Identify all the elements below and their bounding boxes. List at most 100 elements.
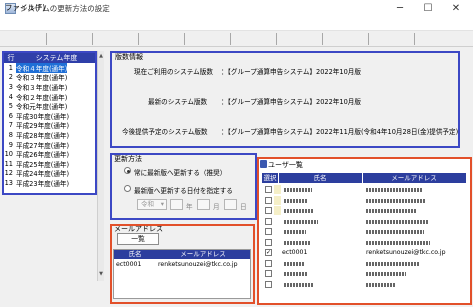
era-value: 令和 [141, 200, 154, 208]
year-list-item[interactable]: 10 平成26年度(通年) [4, 149, 95, 159]
radio-always-update-label[interactable]: 常に最新版へ更新する（推奨） [134, 167, 226, 177]
obscured-email [366, 198, 426, 203]
day-input[interactable] [224, 199, 237, 210]
year-list-item[interactable]: 3 令和３年度(通年) [4, 82, 95, 92]
user-row-checkbox[interactable] [265, 238, 272, 246]
user-row-checkbox[interactable] [265, 280, 272, 288]
year-list-item-num: 6 [8, 111, 13, 120]
radio-date-update[interactable] [124, 185, 131, 192]
obscured-name [284, 188, 312, 192]
user-row[interactable] [262, 259, 466, 269]
year-list-item-num: 5 [8, 102, 13, 111]
user-row[interactable] [262, 195, 466, 206]
day-unit: 日 [240, 203, 247, 211]
year-list-item-name: 令和３年度(通年) [16, 83, 68, 92]
obscured-name [284, 272, 308, 276]
obscured-email [366, 209, 416, 213]
current-version-label: 現在ご利用のシステム版数 [134, 68, 213, 76]
user-row[interactable]: ✓ ect0001 renketsunouzei@tkc.co.jp [262, 248, 466, 258]
year-list-item-num: 4 [8, 92, 13, 101]
scrollbar[interactable]: ▲ ▼ [97, 51, 104, 281]
year-list[interactable]: 行 システム年度 1 令和４年度(通年) 2 令和３年度(通年) 3 令和３年度(通年) 4… [2, 51, 97, 195]
row-marker [274, 185, 281, 194]
obscured-name [284, 240, 310, 245]
year-list-item[interactable]: 11 平成25年度(通年) [4, 159, 95, 169]
year-list-item[interactable]: 2 令和３年度(通年) [4, 73, 95, 83]
year-list-item-name: 平成26年度(通年) [16, 151, 70, 160]
user-row-checkbox[interactable] [265, 217, 272, 225]
year-list-item-name: 令和３年度(通年) [16, 74, 68, 83]
user-row-checkbox[interactable] [265, 270, 272, 277]
obscured-name [284, 219, 318, 224]
toolbar-separator [46, 33, 47, 45]
year-list-item-name: 令和４年度(通年) [16, 62, 68, 73]
year-list-item[interactable]: 6 平成30年度(通年) [4, 111, 95, 121]
user-row-checkbox[interactable] [265, 228, 272, 235]
mail-list-button[interactable]: 一覧 [117, 233, 159, 245]
year-list-item-name: 平成24年度(通年) [16, 170, 70, 179]
user-row-email: renketsunouzei@tkc.co.jp [366, 249, 446, 256]
year-list-item[interactable]: 7 平成29年度(通年) [4, 121, 95, 130]
year-list-item[interactable]: 1 令和４年度(通年) [4, 62, 95, 73]
user-row[interactable] [262, 185, 466, 195]
user-dialog-icon [260, 160, 267, 168]
user-row[interactable] [262, 238, 466, 248]
user-row-checkbox[interactable] [265, 186, 272, 193]
future-version-value: ：【グループ通算申告システム】2022年11月版(令和4年10月28日(金)提供… [221, 128, 459, 136]
year-list-item[interactable]: 12 平成24年度(通年) [4, 169, 95, 179]
year-input[interactable] [170, 199, 183, 210]
close-button[interactable]: ✕ [442, 0, 470, 17]
scroll-up-icon[interactable]: ▲ [98, 53, 104, 61]
user-row-name: ect0001 [282, 249, 308, 256]
user-row[interactable] [262, 269, 466, 279]
toolbar-separator [322, 33, 323, 45]
radio-always-update[interactable] [124, 167, 131, 174]
future-version-label: 今後提供予定のシステム版数 [122, 128, 208, 136]
menu-bar [0, 17, 473, 31]
row-marker [274, 195, 281, 205]
user-row[interactable] [262, 227, 466, 237]
user-row-checkbox[interactable]: ✓ [265, 249, 272, 256]
year-list-item-num: 11 [4, 159, 13, 168]
menu-file[interactable]: ファイル(F) [5, 2, 45, 13]
user-row[interactable] [262, 217, 466, 227]
year-list-item-num: 2 [8, 73, 13, 82]
year-list-item-name: 平成25年度(通年) [16, 160, 70, 169]
user-row[interactable] [262, 280, 466, 290]
obscured-email [366, 261, 420, 266]
user-row[interactable] [262, 206, 466, 216]
year-list-item-name: 令和元年度(通年) [16, 103, 68, 112]
user-row-checkbox[interactable] [265, 207, 272, 214]
user-row-checkbox[interactable] [265, 259, 272, 267]
user-col-name: 氏名 [278, 173, 363, 183]
year-list-item-name: 平成28年度(通年) [16, 131, 70, 140]
maximize-button[interactable]: ☐ [414, 0, 442, 17]
minimize-button[interactable]: ─ [386, 0, 414, 17]
mail-grid: 氏名 メールアドレス ect0001 renketsunouzei@tkc.co… [113, 249, 251, 299]
year-list-item[interactable]: 4 令和２年度(通年) [4, 92, 95, 102]
year-list-item-num: 3 [8, 82, 13, 91]
obscured-email [366, 282, 396, 287]
obscured-name [284, 230, 306, 234]
year-list-item-num: 9 [8, 140, 13, 149]
toolbar-separator [138, 33, 139, 45]
era-select[interactable]: 令和 ▾ [137, 199, 167, 210]
toolbar [0, 31, 473, 47]
year-list-item[interactable]: 13 平成23年度(通年) [4, 178, 95, 188]
year-list-item[interactable]: 5 令和元年度(通年) [4, 101, 95, 111]
year-list-item[interactable]: 9 平成27年度(通年) [4, 140, 95, 150]
toolbar-separator [184, 33, 185, 45]
version-panel-title: 版数情報 [115, 53, 143, 61]
scroll-down-icon[interactable]: ▼ [98, 271, 104, 279]
year-list-item[interactable]: 8 平成28年度(通年) [4, 130, 95, 140]
chevron-down-icon: ▾ [160, 200, 164, 208]
mail-col-name: 氏名 [114, 250, 157, 259]
radio-date-update-label[interactable]: 最新版へ更新する日付を指定する [134, 185, 233, 195]
year-list-item-num: 12 [4, 169, 13, 178]
obscured-name [284, 261, 304, 266]
month-input[interactable] [197, 199, 210, 210]
user-row-checkbox[interactable] [265, 196, 272, 204]
update-method-title: 更新方法 [114, 155, 142, 163]
year-list-item-num: 10 [4, 150, 13, 159]
latest-version-value: ：【グループ通算申告システム】2022年10月版 [221, 98, 361, 106]
